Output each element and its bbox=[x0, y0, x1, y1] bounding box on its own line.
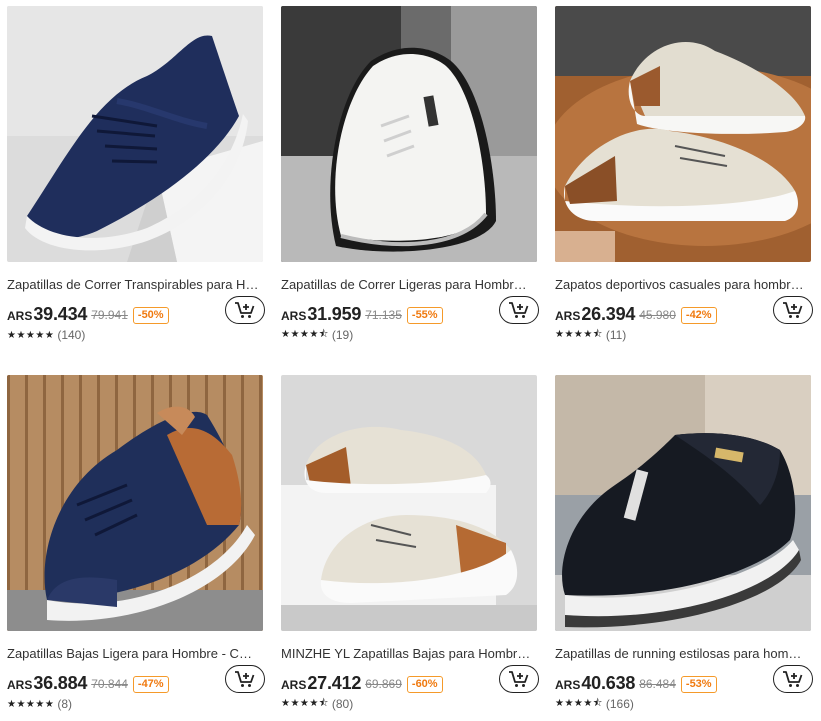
review-count: (166) bbox=[605, 697, 634, 711]
sale-price: 40.638 bbox=[581, 672, 636, 693]
currency-label: ARS bbox=[555, 309, 581, 323]
add-to-cart-icon bbox=[509, 302, 529, 318]
product-image[interactable] bbox=[7, 6, 263, 262]
original-price: 45.980 bbox=[639, 308, 676, 322]
discount-badge: -60% bbox=[406, 675, 443, 693]
currency-label: ARS bbox=[7, 678, 33, 692]
price-row: ARS 36.884 70.844 -47% bbox=[7, 665, 265, 694]
price-row: ARS 27.412 69.869 -60% bbox=[281, 665, 539, 694]
rating-row: ★★★★⯪ (19) bbox=[281, 327, 537, 343]
original-price: 69.869 bbox=[365, 677, 402, 691]
sale-price: 27.412 bbox=[307, 672, 362, 693]
sale-price: 36.884 bbox=[33, 672, 88, 693]
product-image[interactable] bbox=[281, 375, 537, 631]
rating-row: ★★★★⯪ (166) bbox=[555, 696, 811, 712]
original-price: 79.941 bbox=[91, 308, 128, 322]
product-image[interactable] bbox=[7, 375, 263, 631]
product-card[interactable]: Zapatillas Bajas Ligera para Hombre - Ca… bbox=[7, 375, 265, 712]
review-count: (11) bbox=[605, 328, 627, 342]
price-row: ARS 39.434 79.941 -50% bbox=[7, 296, 265, 325]
review-count: (8) bbox=[57, 697, 72, 711]
add-to-cart-icon bbox=[783, 302, 803, 318]
add-to-cart-button[interactable] bbox=[499, 665, 539, 693]
discount-badge: -55% bbox=[406, 306, 443, 324]
original-price: 70.844 bbox=[91, 677, 128, 691]
rating-row: ★★★★★ (8) bbox=[7, 696, 263, 712]
star-rating-icon: ★★★★⯪ bbox=[281, 328, 329, 340]
original-price: 71.135 bbox=[365, 308, 402, 322]
review-count: (19) bbox=[331, 328, 354, 342]
currency-label: ARS bbox=[7, 309, 33, 323]
product-image[interactable] bbox=[281, 6, 537, 262]
product-title[interactable]: Zapatillas de running estilosas para hom… bbox=[555, 646, 807, 662]
rating-row: ★★★★⯪ (11) bbox=[555, 327, 811, 343]
product-card[interactable]: Zapatillas de Correr Transpirables para … bbox=[7, 6, 265, 343]
star-rating-icon: ★★★★★ bbox=[7, 329, 55, 341]
product-title[interactable]: MINZHE YL Zapatillas Bajas para Hombre -… bbox=[281, 646, 533, 662]
add-to-cart-button[interactable] bbox=[225, 665, 265, 693]
sale-price: 39.434 bbox=[33, 303, 88, 324]
add-to-cart-icon bbox=[509, 671, 529, 687]
star-rating-icon: ★★★★⯪ bbox=[555, 328, 603, 340]
discount-badge: -42% bbox=[680, 306, 717, 324]
discount-badge: -47% bbox=[132, 675, 169, 693]
add-to-cart-button[interactable] bbox=[225, 296, 265, 324]
product-title[interactable]: Zapatillas de Correr Transpirables para … bbox=[7, 277, 259, 293]
add-to-cart-button[interactable] bbox=[773, 665, 813, 693]
add-to-cart-icon bbox=[235, 302, 255, 318]
add-to-cart-button[interactable] bbox=[773, 296, 813, 324]
original-price: 86.484 bbox=[639, 677, 676, 691]
product-title[interactable]: Zapatillas Bajas Ligera para Hombre - Ca… bbox=[7, 646, 259, 662]
rating-row: ★★★★⯪ (80) bbox=[281, 696, 537, 712]
sale-price: 31.959 bbox=[307, 303, 362, 324]
product-title[interactable]: Zapatos deportivos casuales para hombre,… bbox=[555, 277, 807, 293]
price-row: ARS 40.638 86.484 -53% bbox=[555, 665, 813, 694]
star-rating-icon: ★★★★⯪ bbox=[555, 697, 603, 709]
add-to-cart-icon bbox=[783, 671, 803, 687]
product-image[interactable] bbox=[555, 375, 811, 631]
product-image[interactable] bbox=[555, 6, 811, 262]
currency-label: ARS bbox=[281, 678, 307, 692]
product-card[interactable]: Zapatos deportivos casuales para hombre,… bbox=[555, 6, 813, 343]
add-to-cart-icon bbox=[235, 671, 255, 687]
star-rating-icon: ★★★★★ bbox=[7, 698, 55, 710]
price-row: ARS 31.959 71.135 -55% bbox=[281, 296, 539, 325]
price-row: ARS 26.394 45.980 -42% bbox=[555, 296, 813, 325]
star-rating-icon: ★★★★⯪ bbox=[281, 697, 329, 709]
review-count: (140) bbox=[57, 328, 86, 342]
review-count: (80) bbox=[331, 697, 354, 711]
product-grid: Zapatillas de Correr Transpirables para … bbox=[0, 0, 821, 721]
add-to-cart-button[interactable] bbox=[499, 296, 539, 324]
product-card[interactable]: Zapatillas de running estilosas para hom… bbox=[555, 375, 813, 712]
product-title[interactable]: Zapatillas de Correr Ligeras para Hombre… bbox=[281, 277, 533, 293]
rating-row: ★★★★★ (140) bbox=[7, 327, 263, 343]
sale-price: 26.394 bbox=[581, 303, 636, 324]
discount-badge: -53% bbox=[680, 675, 717, 693]
product-card[interactable]: Zapatillas de Correr Ligeras para Hombre… bbox=[281, 6, 539, 343]
discount-badge: -50% bbox=[132, 306, 169, 324]
product-card[interactable]: MINZHE YL Zapatillas Bajas para Hombre -… bbox=[281, 375, 539, 712]
currency-label: ARS bbox=[281, 309, 307, 323]
currency-label: ARS bbox=[555, 678, 581, 692]
